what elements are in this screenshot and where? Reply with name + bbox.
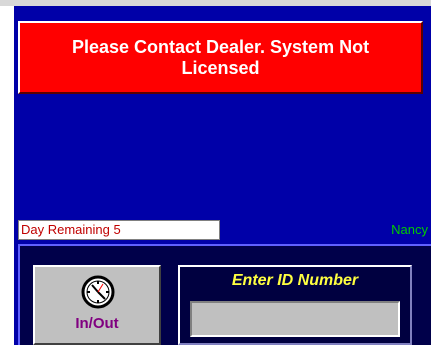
clock-icon	[81, 275, 115, 309]
id-entry-panel: Enter ID Number	[178, 265, 412, 345]
days-remaining-field: Day Remaining 5	[18, 220, 220, 240]
time-clock-window: Please Contact Dealer. System Not Licens…	[0, 0, 431, 345]
in-out-button[interactable]: In/Out	[33, 265, 161, 345]
id-number-input[interactable]	[190, 301, 400, 337]
user-name-label: Nancy	[391, 222, 428, 237]
license-warning-banner: Please Contact Dealer. System Not Licens…	[18, 21, 423, 94]
main-panel: Please Contact Dealer. System Not Licens…	[14, 6, 431, 345]
enter-id-label: Enter ID Number	[231, 272, 359, 289]
in-out-label: In/Out	[75, 315, 119, 332]
license-warning-text: Please Contact Dealer. System Not Licens…	[71, 36, 370, 78]
clock-controls-panel: In/Out Enter ID Number	[18, 244, 431, 345]
